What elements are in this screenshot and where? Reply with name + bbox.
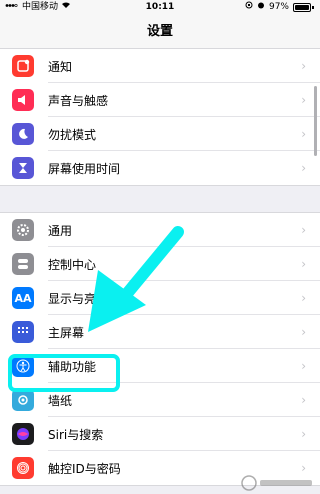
annotation-arrow [88,226,184,332]
watermark-logo [241,475,312,491]
annotation-highlight-box [8,354,120,392]
